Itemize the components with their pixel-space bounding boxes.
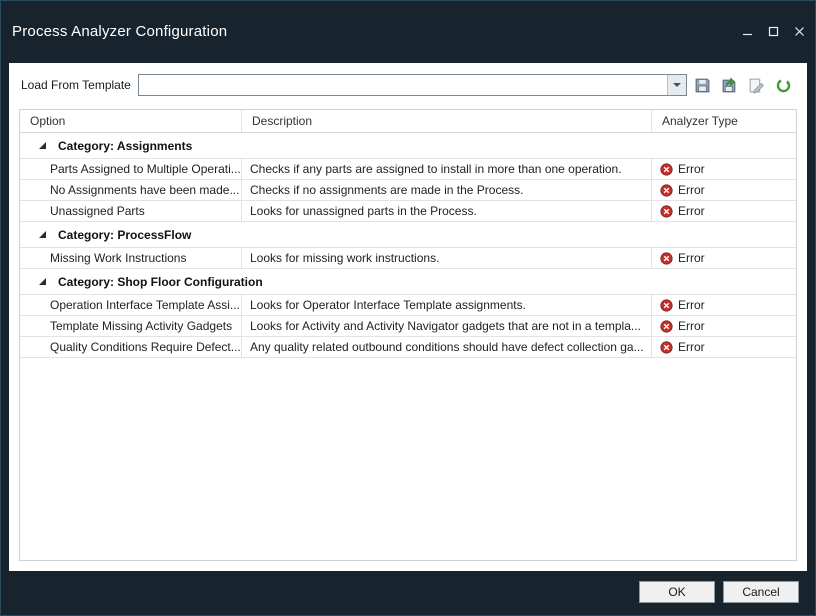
analyzer-type-cell: Error: [652, 316, 796, 336]
table-row[interactable]: Template Missing Activity Gadgets Looks …: [20, 316, 796, 337]
group-row-processflow[interactable]: Category: ProcessFlow: [20, 222, 796, 248]
cancel-button[interactable]: Cancel: [723, 581, 799, 603]
expander-icon[interactable]: [38, 141, 48, 150]
description-cell: Checks if any parts are assigned to inst…: [242, 159, 652, 179]
analyzer-type-label: Error: [678, 319, 705, 333]
analyzer-type-label: Error: [678, 183, 705, 197]
table-row[interactable]: Quality Conditions Require Defect... Any…: [20, 337, 796, 358]
option-cell: Template Missing Activity Gadgets: [20, 316, 242, 336]
option-cell: Quality Conditions Require Defect...: [20, 337, 242, 357]
table-row[interactable]: Unassigned Parts Looks for unassigned pa…: [20, 201, 796, 222]
error-icon: [660, 163, 673, 176]
close-icon: [794, 26, 805, 37]
group-row-shop-floor-configuration[interactable]: Category: Shop Floor Configuration: [20, 269, 796, 295]
description-cell: Checks if no assignments are made in the…: [242, 180, 652, 200]
save-icon: [694, 77, 711, 94]
description-cell: Looks for Activity and Activity Navigato…: [242, 316, 652, 336]
edit-template-button[interactable]: [744, 73, 768, 97]
table-row[interactable]: Operation Interface Template Assi... Loo…: [20, 295, 796, 316]
analyzer-type-label: Error: [678, 298, 705, 312]
group-label: Category: Shop Floor Configuration: [58, 275, 263, 289]
refresh-button[interactable]: [771, 73, 795, 97]
analyzer-type-label: Error: [678, 162, 705, 176]
group-row-assignments[interactable]: Category: Assignments: [20, 133, 796, 159]
refresh-icon: [775, 77, 792, 94]
ok-button[interactable]: OK: [639, 581, 715, 603]
maximize-button[interactable]: [767, 25, 779, 37]
column-header-analyzer-type[interactable]: Analyzer Type: [652, 110, 796, 132]
option-cell: Parts Assigned to Multiple Operati...: [20, 159, 242, 179]
save-as-template-button[interactable]: [717, 73, 741, 97]
option-cell: Unassigned Parts: [20, 201, 242, 221]
group-label: Category: Assignments: [58, 139, 192, 153]
analyzer-type-cell: Error: [652, 295, 796, 315]
minimize-button[interactable]: [741, 25, 753, 37]
content-panel: Load From Template: [9, 63, 807, 571]
error-icon: [660, 252, 673, 265]
maximize-icon: [768, 26, 779, 37]
option-cell: Missing Work Instructions: [20, 248, 242, 268]
expander-icon[interactable]: [38, 230, 48, 239]
option-cell: Operation Interface Template Assi...: [20, 295, 242, 315]
error-icon: [660, 205, 673, 218]
template-combobox[interactable]: [138, 74, 687, 96]
save-as-template-icon: [721, 77, 738, 94]
chevron-down-icon: [673, 83, 681, 87]
column-header-description[interactable]: Description: [242, 110, 652, 132]
analyzer-type-cell: Error: [652, 180, 796, 200]
template-combobox-input[interactable]: [139, 75, 667, 95]
load-from-template-label: Load From Template: [21, 78, 131, 92]
window-controls: [741, 25, 805, 37]
minimize-icon: [742, 26, 753, 37]
error-icon: [660, 184, 673, 197]
analyzer-type-cell: Error: [652, 337, 796, 357]
description-cell: Looks for unassigned parts in the Proces…: [242, 201, 652, 221]
table-row[interactable]: No Assignments have been made... Checks …: [20, 180, 796, 201]
table-row[interactable]: Parts Assigned to Multiple Operati... Ch…: [20, 159, 796, 180]
option-cell: No Assignments have been made...: [20, 180, 242, 200]
analyzer-type-cell: Error: [652, 248, 796, 268]
close-button[interactable]: [793, 25, 805, 37]
save-template-button[interactable]: [690, 73, 714, 97]
combobox-dropdown-button[interactable]: [667, 75, 686, 95]
column-header-option[interactable]: Option: [20, 110, 242, 132]
titlebar[interactable]: Process Analyzer Configuration: [1, 1, 815, 53]
table-row[interactable]: Missing Work Instructions Looks for miss…: [20, 248, 796, 269]
description-cell: Any quality related outbound conditions …: [242, 337, 652, 357]
error-icon: [660, 320, 673, 333]
dialog-footer: OK Cancel: [639, 581, 799, 603]
error-icon: [660, 299, 673, 312]
expander-icon[interactable]: [38, 277, 48, 286]
description-cell: Looks for Operator Interface Template as…: [242, 295, 652, 315]
table-header-row: Option Description Analyzer Type: [20, 110, 796, 133]
analyzer-type-cell: Error: [652, 159, 796, 179]
analyzer-type-label: Error: [678, 251, 705, 265]
window-title: Process Analyzer Configuration: [12, 23, 227, 40]
analyzer-type-label: Error: [678, 340, 705, 354]
process-analyzer-configuration-window: Process Analyzer Configuration Load From…: [0, 0, 816, 616]
edit-icon: [748, 77, 765, 94]
error-icon: [660, 341, 673, 354]
analyzer-options-table: Option Description Analyzer Type Categor…: [19, 109, 797, 561]
description-cell: Looks for missing work instructions.: [242, 248, 652, 268]
analyzer-type-label: Error: [678, 204, 705, 218]
group-label: Category: ProcessFlow: [58, 228, 191, 242]
template-toolbar: Load From Template: [9, 63, 807, 107]
analyzer-type-cell: Error: [652, 201, 796, 221]
